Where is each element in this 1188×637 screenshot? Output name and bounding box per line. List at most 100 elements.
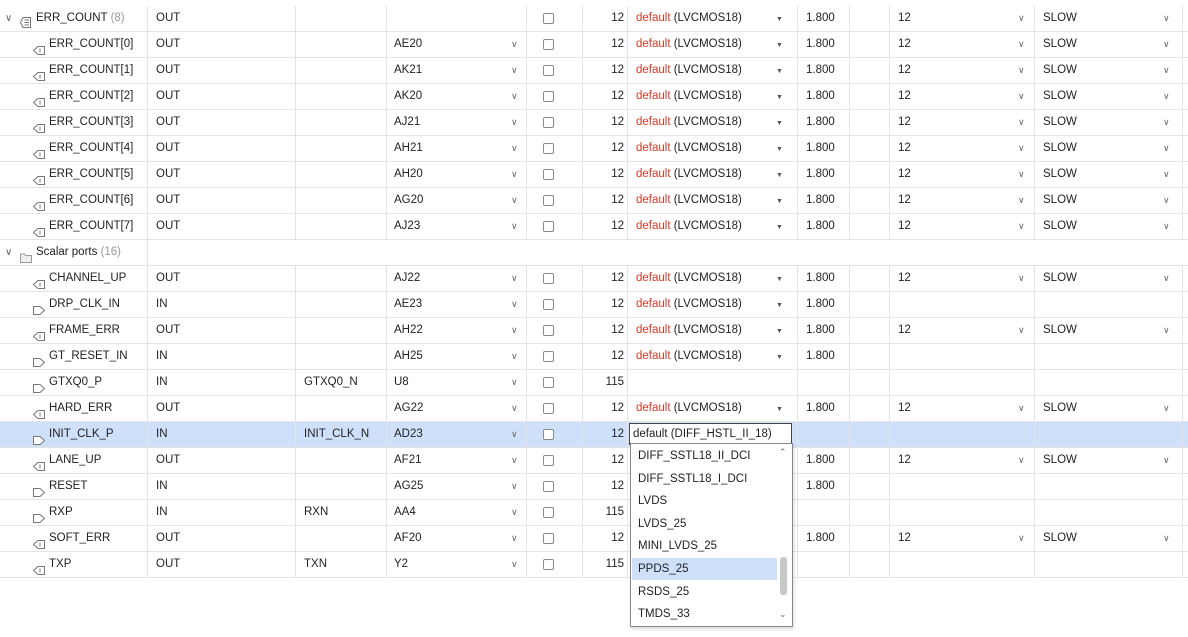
package-pin-cell[interactable]: AJ22 ∨: [387, 266, 527, 291]
port-row[interactable]: GTXQ0_P IN GTXQ0_N U8 ∨ 115: [0, 370, 1188, 396]
group-name-cell[interactable]: ∨ ERR_COUNT (8): [0, 6, 148, 31]
io-std-cell[interactable]: default (LVCMOS18) ▼: [628, 32, 798, 57]
chevron-down-icon[interactable]: ∨: [511, 448, 518, 473]
fixed-cell[interactable]: [527, 32, 583, 57]
dropdown-arrow-icon[interactable]: ▼: [776, 111, 783, 136]
slew-type-cell[interactable]: SLOW ∨: [1035, 214, 1183, 239]
chevron-down-icon[interactable]: ∨: [511, 214, 518, 239]
dropdown-option[interactable]: RSDS_25: [632, 581, 777, 603]
dropdown-arrow-icon[interactable]: ▼: [776, 319, 783, 344]
fixed-checkbox[interactable]: [543, 559, 554, 570]
slew-type-cell[interactable]: SLOW ∨: [1035, 396, 1183, 421]
chevron-down-icon[interactable]: ∨: [511, 500, 518, 525]
chevron-down-icon[interactable]: ∨: [511, 422, 518, 447]
scalar-ports-group-row[interactable]: ∨ Scalar ports (16): [0, 240, 1188, 266]
port-row[interactable]: ERR_COUNT[2] OUT AK20 ∨ 12 default (LVCMOS18)…: [0, 84, 1188, 110]
slew-type-cell[interactable]: SLOW ∨: [1035, 32, 1183, 57]
scroll-down-icon[interactable]: ⌄: [779, 609, 787, 620]
fixed-checkbox[interactable]: [543, 65, 554, 76]
fixed-cell[interactable]: [527, 422, 583, 447]
port-name-cell[interactable]: ERR_COUNT[1]: [0, 58, 148, 83]
fixed-cell[interactable]: [527, 370, 583, 395]
port-name-cell[interactable]: SOFT_ERR: [0, 526, 148, 551]
port-row[interactable]: ERR_COUNT[4] OUT AH21 ∨ 12 default (LVCMOS18)…: [0, 136, 1188, 162]
chevron-down-icon[interactable]: ∨: [1018, 396, 1025, 421]
drive-strength-cell[interactable]: 12 ∨: [890, 136, 1035, 161]
fixed-cell[interactable]: [527, 552, 583, 577]
io-std-cell[interactable]: default (LVCMOS18) ▼: [628, 6, 798, 31]
chevron-down-icon[interactable]: ∨: [511, 344, 518, 369]
slew-type-cell[interactable]: SLOW ∨: [1035, 162, 1183, 187]
package-pin-cell[interactable]: AE23 ∨: [387, 292, 527, 317]
dropdown-arrow-icon[interactable]: ▼: [776, 33, 783, 58]
scroll-thumb[interactable]: [780, 557, 787, 595]
io-std-cell[interactable]: default (LVCMOS18) ▼: [628, 110, 798, 135]
port-row[interactable]: ERR_COUNT[3] OUT AJ21 ∨ 12 default (LVCMOS18)…: [0, 110, 1188, 136]
io-std-cell[interactable]: default (LVCMOS18) ▼: [628, 188, 798, 213]
fixed-cell[interactable]: [527, 214, 583, 239]
chevron-down-icon[interactable]: ∨: [511, 552, 518, 577]
slew-type-cell[interactable]: SLOW ∨: [1035, 526, 1183, 551]
chevron-down-icon[interactable]: ∨: [511, 318, 518, 343]
fixed-cell[interactable]: [527, 110, 583, 135]
package-pin-cell[interactable]: AF21 ∨: [387, 448, 527, 473]
io-std-cell[interactable]: default (LVCMOS18) ▼: [628, 344, 798, 369]
expand-chevron-icon[interactable]: ∨: [5, 240, 12, 265]
chevron-down-icon[interactable]: ∨: [1018, 526, 1025, 551]
drive-strength-cell[interactable]: 12 ∨: [890, 58, 1035, 83]
port-name-cell[interactable]: ERR_COUNT[4]: [0, 136, 148, 161]
port-row[interactable]: ERR_COUNT[5] OUT AH20 ∨ 12 default (LVCMOS18)…: [0, 162, 1188, 188]
slew-type-cell[interactable]: SLOW ∨: [1035, 84, 1183, 109]
dropdown-scrollbar[interactable]: ⌃ ⌄: [777, 445, 791, 625]
port-name-cell[interactable]: ERR_COUNT[2]: [0, 84, 148, 109]
chevron-down-icon[interactable]: ∨: [511, 370, 518, 395]
fixed-checkbox[interactable]: [543, 325, 554, 336]
io-std-cell[interactable]: default (LVCMOS18) ▼: [628, 266, 798, 291]
drive-strength-cell[interactable]: 12 ∨: [890, 162, 1035, 187]
drive-strength-cell[interactable]: 12 ∨: [890, 214, 1035, 239]
slew-type-cell[interactable]: SLOW ∨: [1035, 266, 1183, 291]
chevron-down-icon[interactable]: ∨: [511, 188, 518, 213]
io-std-edit-field[interactable]: default (DIFF_HSTL_II_18): [629, 423, 792, 445]
fixed-checkbox[interactable]: [543, 507, 554, 518]
chevron-down-icon[interactable]: ∨: [1163, 58, 1170, 83]
port-name-cell[interactable]: ERR_COUNT[3]: [0, 110, 148, 135]
chevron-down-icon[interactable]: ∨: [511, 266, 518, 291]
chevron-down-icon[interactable]: ∨: [1163, 110, 1170, 135]
chevron-down-icon[interactable]: ∨: [1018, 32, 1025, 57]
chevron-down-icon[interactable]: ∨: [1163, 32, 1170, 57]
fixed-cell[interactable]: [527, 136, 583, 161]
port-name-cell[interactable]: ERR_COUNT[7]: [0, 214, 148, 239]
io-std-cell[interactable]: default (LVCMOS18) ▼: [628, 318, 798, 343]
drive-strength-cell[interactable]: 12 ∨: [890, 526, 1035, 551]
chevron-down-icon[interactable]: ∨: [511, 110, 518, 135]
chevron-down-icon[interactable]: ∨: [1163, 84, 1170, 109]
fixed-cell[interactable]: [527, 292, 583, 317]
fixed-checkbox[interactable]: [543, 377, 554, 388]
dropdown-option[interactable]: LVDS_25: [632, 513, 777, 535]
port-name-cell[interactable]: RXP: [0, 500, 148, 525]
fixed-cell[interactable]: [527, 526, 583, 551]
port-row[interactable]: FRAME_ERR OUT AH22 ∨ 12 default (LVCMOS18) ▼ 1.…: [0, 318, 1188, 344]
port-name-cell[interactable]: HARD_ERR: [0, 396, 148, 421]
port-row[interactable]: RXP IN RXN AA4 ∨ 115: [0, 500, 1188, 526]
chevron-down-icon[interactable]: ∨: [1163, 266, 1170, 291]
io-std-cell[interactable]: default (LVCMOS18) ▼: [628, 58, 798, 83]
fixed-checkbox[interactable]: [543, 403, 554, 414]
dropdown-arrow-icon[interactable]: ▼: [776, 163, 783, 188]
port-row[interactable]: GT_RESET_IN IN AH25 ∨ 12 default (LVCMOS18) ▼ 1…: [0, 344, 1188, 370]
port-row[interactable]: DRP_CLK_IN IN AE23 ∨ 12 default (LVCMOS18) ▼ 1.…: [0, 292, 1188, 318]
port-row[interactable]: ERR_COUNT[7] OUT AJ23 ∨ 12 default (LVCMOS18)…: [0, 214, 1188, 240]
port-row[interactable]: ERR_COUNT[6] OUT AG20 ∨ 12 default (LVCMOS18)…: [0, 188, 1188, 214]
fixed-checkbox[interactable]: [543, 533, 554, 544]
package-pin-cell[interactable]: Y2 ∨: [387, 552, 527, 577]
package-pin-cell[interactable]: U8 ∨: [387, 370, 527, 395]
io-std-cell[interactable]: default (LVCMOS18) ▼: [628, 214, 798, 239]
chevron-down-icon[interactable]: ∨: [1018, 266, 1025, 291]
port-name-cell[interactable]: CHANNEL_UP: [0, 266, 148, 291]
fixed-checkbox[interactable]: [543, 273, 554, 284]
package-pin-cell[interactable]: AH20 ∨: [387, 162, 527, 187]
port-name-cell[interactable]: TXP: [0, 552, 148, 577]
slew-type-cell[interactable]: SLOW ∨: [1035, 188, 1183, 213]
chevron-down-icon[interactable]: ∨: [1163, 214, 1170, 239]
